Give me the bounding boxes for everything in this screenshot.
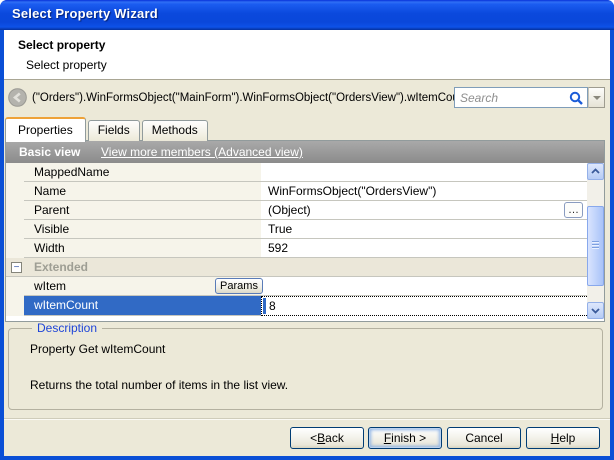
scroll-grip-icon <box>592 241 599 250</box>
advanced-view-link[interactable]: View more members (Advanced view) <box>101 145 303 159</box>
wizard-content: Select property Select property ("Orders… <box>4 30 610 456</box>
chevron-down-icon <box>588 303 603 318</box>
view-title: Basic view <box>19 145 80 159</box>
chevron-up-icon <box>588 164 603 179</box>
property-name: Width <box>24 239 261 258</box>
wizard-cancel-button[interactable]: Cancel <box>447 427 521 449</box>
tab-methods[interactable]: Methods <box>142 120 208 141</box>
scroll-up-button[interactable] <box>587 163 604 180</box>
description-group <box>8 328 603 410</box>
wizard-header: Select property Select property <box>4 30 610 80</box>
object-path: ("Orders").WinFormsObject("MainForm").Wi… <box>32 92 468 104</box>
table-row[interactable]: wItem Params <box>6 277 604 296</box>
page-subtitle: Select property <box>26 58 107 72</box>
wizard-finish-button[interactable]: Finish > <box>368 427 442 449</box>
property-value[interactable] <box>261 163 589 182</box>
wizard-help-button[interactable]: Help <box>526 427 600 449</box>
collapse-icon[interactable]: − <box>11 262 22 273</box>
params-button[interactable]: Params <box>215 278 263 294</box>
description-legend: Description <box>32 321 102 335</box>
property-name: Parent <box>24 201 261 220</box>
property-value[interactable]: (Object) <box>261 201 589 220</box>
property-name: MappedName <box>24 163 261 182</box>
search-input[interactable] <box>456 89 564 106</box>
property-value[interactable]: 592 <box>261 239 589 258</box>
table-row[interactable]: Name WinFormsObject("OrdersView") <box>6 182 604 201</box>
property-value: 8 <box>269 298 276 315</box>
value-editor[interactable]: 8 <box>261 296 589 316</box>
search-dropdown-button[interactable] <box>588 87 605 108</box>
group-label: Extended <box>34 260 88 274</box>
property-grid: MappedName Name WinFormsObject("OrdersVi… <box>6 163 604 321</box>
description-line1: Property Get wItemCount <box>30 342 165 356</box>
property-value[interactable]: True <box>261 220 589 239</box>
window-title: Select Property Wizard <box>12 6 158 21</box>
wizard-window: Select Property Wizard Select property S… <box>0 0 614 460</box>
text-caret <box>263 298 266 314</box>
group-row-extended[interactable]: − Extended <box>6 258 604 277</box>
search-icon[interactable] <box>569 91 584 111</box>
ellipsis-button[interactable]: … <box>564 202 583 218</box>
view-header: Basic view View more members (Advanced v… <box>6 141 604 163</box>
back-icon <box>8 95 27 110</box>
vertical-scrollbar[interactable] <box>587 163 604 319</box>
property-name: Visible <box>24 220 261 239</box>
tab-fields[interactable]: Fields <box>88 120 140 141</box>
table-row-selected[interactable]: wItemCount 8 <box>6 296 604 316</box>
title-bar[interactable]: Select Property Wizard <box>0 0 614 30</box>
property-name: Name <box>24 182 261 201</box>
tab-strip: Properties Fields Methods <box>5 115 210 141</box>
property-value[interactable] <box>261 277 589 296</box>
members-panel: Basic view View more members (Advanced v… <box>5 140 605 322</box>
table-row[interactable]: MappedName <box>6 163 604 182</box>
footer-divider <box>4 418 610 420</box>
page-title: Select property <box>18 38 105 52</box>
property-name: wItemCount <box>24 296 261 316</box>
scroll-down-button[interactable] <box>587 302 604 319</box>
property-value[interactable]: WinFormsObject("OrdersView") <box>261 182 589 201</box>
navigate-back-button[interactable] <box>8 88 27 107</box>
scroll-thumb[interactable] <box>587 206 604 286</box>
search-box <box>454 87 588 108</box>
table-row[interactable]: Parent (Object) … <box>6 201 604 220</box>
description-line2: Returns the total number of items in the… <box>30 378 288 392</box>
tab-properties[interactable]: Properties <box>5 117 86 142</box>
wizard-back-button[interactable]: <Back <box>290 427 364 449</box>
table-row[interactable]: Width 592 <box>6 239 604 258</box>
table-row[interactable]: Visible True <box>6 220 604 239</box>
chevron-down-icon <box>593 96 601 100</box>
